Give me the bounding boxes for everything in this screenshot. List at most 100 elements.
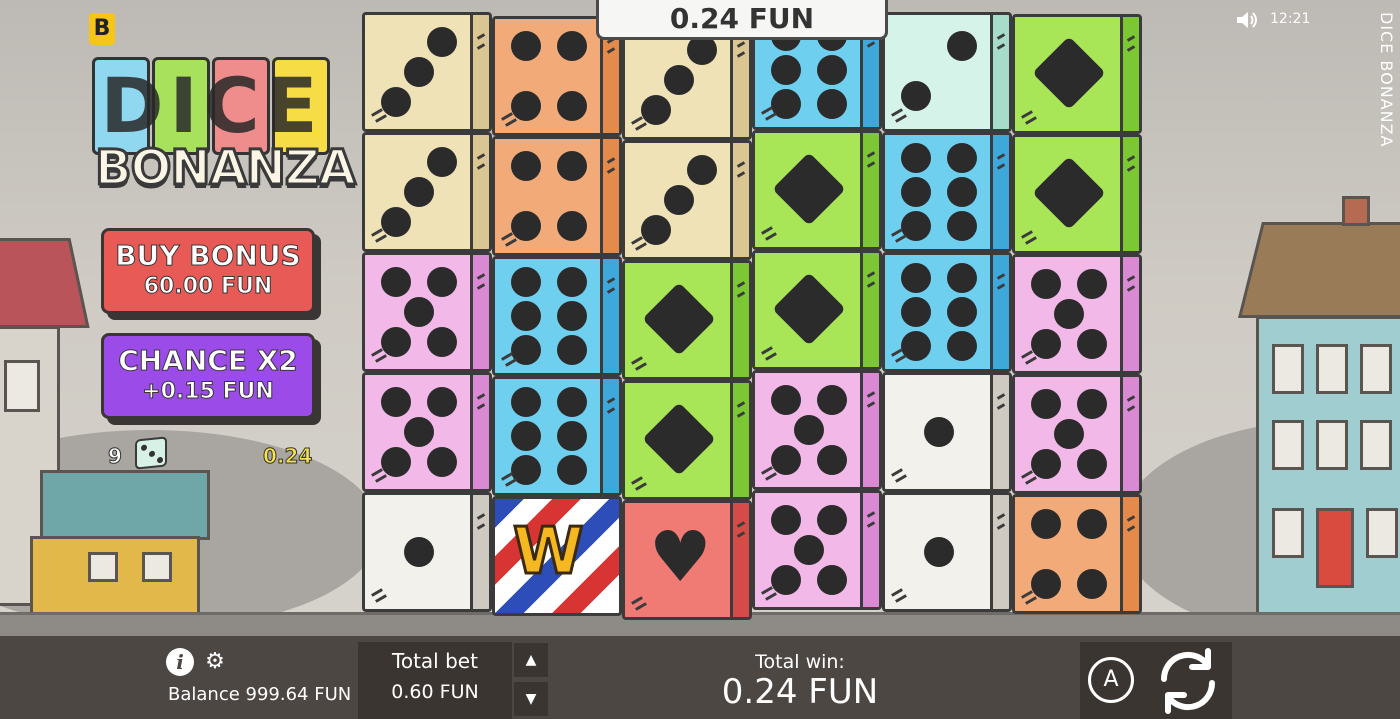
pip	[817, 445, 847, 475]
pip	[664, 185, 694, 215]
die-green	[752, 250, 882, 370]
pip	[947, 31, 977, 61]
pip	[817, 505, 847, 535]
spin-icon	[1160, 648, 1216, 714]
pip	[1031, 389, 1061, 419]
pip	[1077, 269, 1107, 299]
die-blue	[882, 132, 1012, 252]
pip	[557, 455, 587, 485]
pip	[511, 31, 541, 61]
pip	[817, 89, 847, 119]
die-cream	[622, 140, 752, 260]
pip	[947, 143, 977, 173]
die-red: ♥	[622, 500, 752, 620]
pip	[771, 445, 801, 475]
pip	[924, 417, 954, 447]
pip	[511, 151, 541, 181]
pip	[687, 155, 717, 185]
balance-display: Balance 999.64 FUN	[168, 684, 352, 705]
brand-badge: B	[89, 13, 115, 45]
chance-x2-price: +0.15 FUN	[142, 379, 275, 405]
pip	[381, 207, 411, 237]
pip	[511, 267, 541, 297]
total-bet-value: 0.60 FUN	[391, 681, 479, 703]
die-pink	[752, 490, 882, 610]
reel-column: W	[492, 12, 622, 616]
diamond-pip	[772, 272, 846, 346]
logo-title-top: DICE	[100, 61, 324, 150]
pip	[947, 263, 977, 293]
pip	[427, 267, 457, 297]
vertical-game-title: DICE BONANZA	[1377, 12, 1396, 148]
pip	[381, 447, 411, 477]
bet-decrease-button[interactable]: ▼	[514, 682, 548, 716]
pip	[557, 31, 587, 61]
pip	[817, 565, 847, 595]
pip	[771, 565, 801, 595]
pip	[404, 537, 434, 567]
pip	[381, 87, 411, 117]
pip	[771, 505, 801, 535]
spin-button[interactable]	[1152, 645, 1224, 717]
pip	[404, 57, 434, 87]
autoplay-button[interactable]: A	[1088, 657, 1134, 703]
pip	[947, 297, 977, 327]
diamond-pip	[772, 152, 846, 226]
pip	[557, 211, 587, 241]
pip	[771, 385, 801, 415]
die-pink	[362, 252, 492, 372]
pip	[1077, 449, 1107, 479]
info-icon[interactable]: i	[166, 648, 194, 676]
sound-icon[interactable]	[1236, 11, 1258, 29]
die-cream	[362, 12, 492, 132]
pip	[381, 327, 411, 357]
pip	[511, 387, 541, 417]
pip	[511, 91, 541, 121]
chance-x2-label: CHANCE X2	[118, 344, 299, 378]
pip	[1031, 509, 1061, 539]
pip	[1077, 509, 1107, 539]
pip	[641, 215, 671, 245]
gear-icon[interactable]: ⚙	[203, 650, 227, 674]
pip	[1077, 329, 1107, 359]
pip	[901, 263, 931, 293]
win-banner: 0.24 FUN	[596, 0, 888, 40]
die-white	[882, 492, 1012, 612]
die-orange	[1012, 494, 1142, 614]
pip	[1077, 389, 1107, 419]
total-bet-label: Total bet	[392, 649, 478, 673]
pip	[1031, 569, 1061, 599]
die-cream	[362, 132, 492, 252]
die-mint	[882, 12, 1012, 132]
pip	[947, 177, 977, 207]
die-green	[1012, 134, 1142, 254]
pip	[511, 211, 541, 241]
pip	[1031, 329, 1061, 359]
pip	[427, 27, 457, 57]
buy-bonus-label: BUY BONUS	[115, 239, 302, 273]
wild-letter: W	[512, 514, 586, 591]
buy-bonus-button[interactable]: BUY BONUS 60.00 FUN	[101, 228, 315, 314]
pip	[557, 387, 587, 417]
pip	[901, 177, 931, 207]
logo-title-bottom: BONANZA	[94, 139, 358, 198]
pip	[511, 301, 541, 331]
pip	[381, 267, 411, 297]
pip	[404, 177, 434, 207]
pip	[771, 55, 801, 85]
die-blue	[492, 376, 622, 496]
pip	[427, 327, 457, 357]
pip	[1054, 299, 1084, 329]
scatter-count: 9	[108, 444, 123, 469]
pip	[557, 267, 587, 297]
pip	[947, 211, 977, 241]
pip	[404, 417, 434, 447]
chance-x2-button[interactable]: CHANCE X2 +0.15 FUN	[101, 333, 315, 419]
die-pink	[1012, 254, 1142, 374]
pip	[641, 95, 671, 125]
bet-increase-button[interactable]: ▲	[514, 643, 548, 677]
scatter-win-value: 0.24	[262, 444, 313, 469]
pip	[557, 301, 587, 331]
dice-icon	[135, 436, 167, 470]
reel-column	[362, 12, 492, 612]
